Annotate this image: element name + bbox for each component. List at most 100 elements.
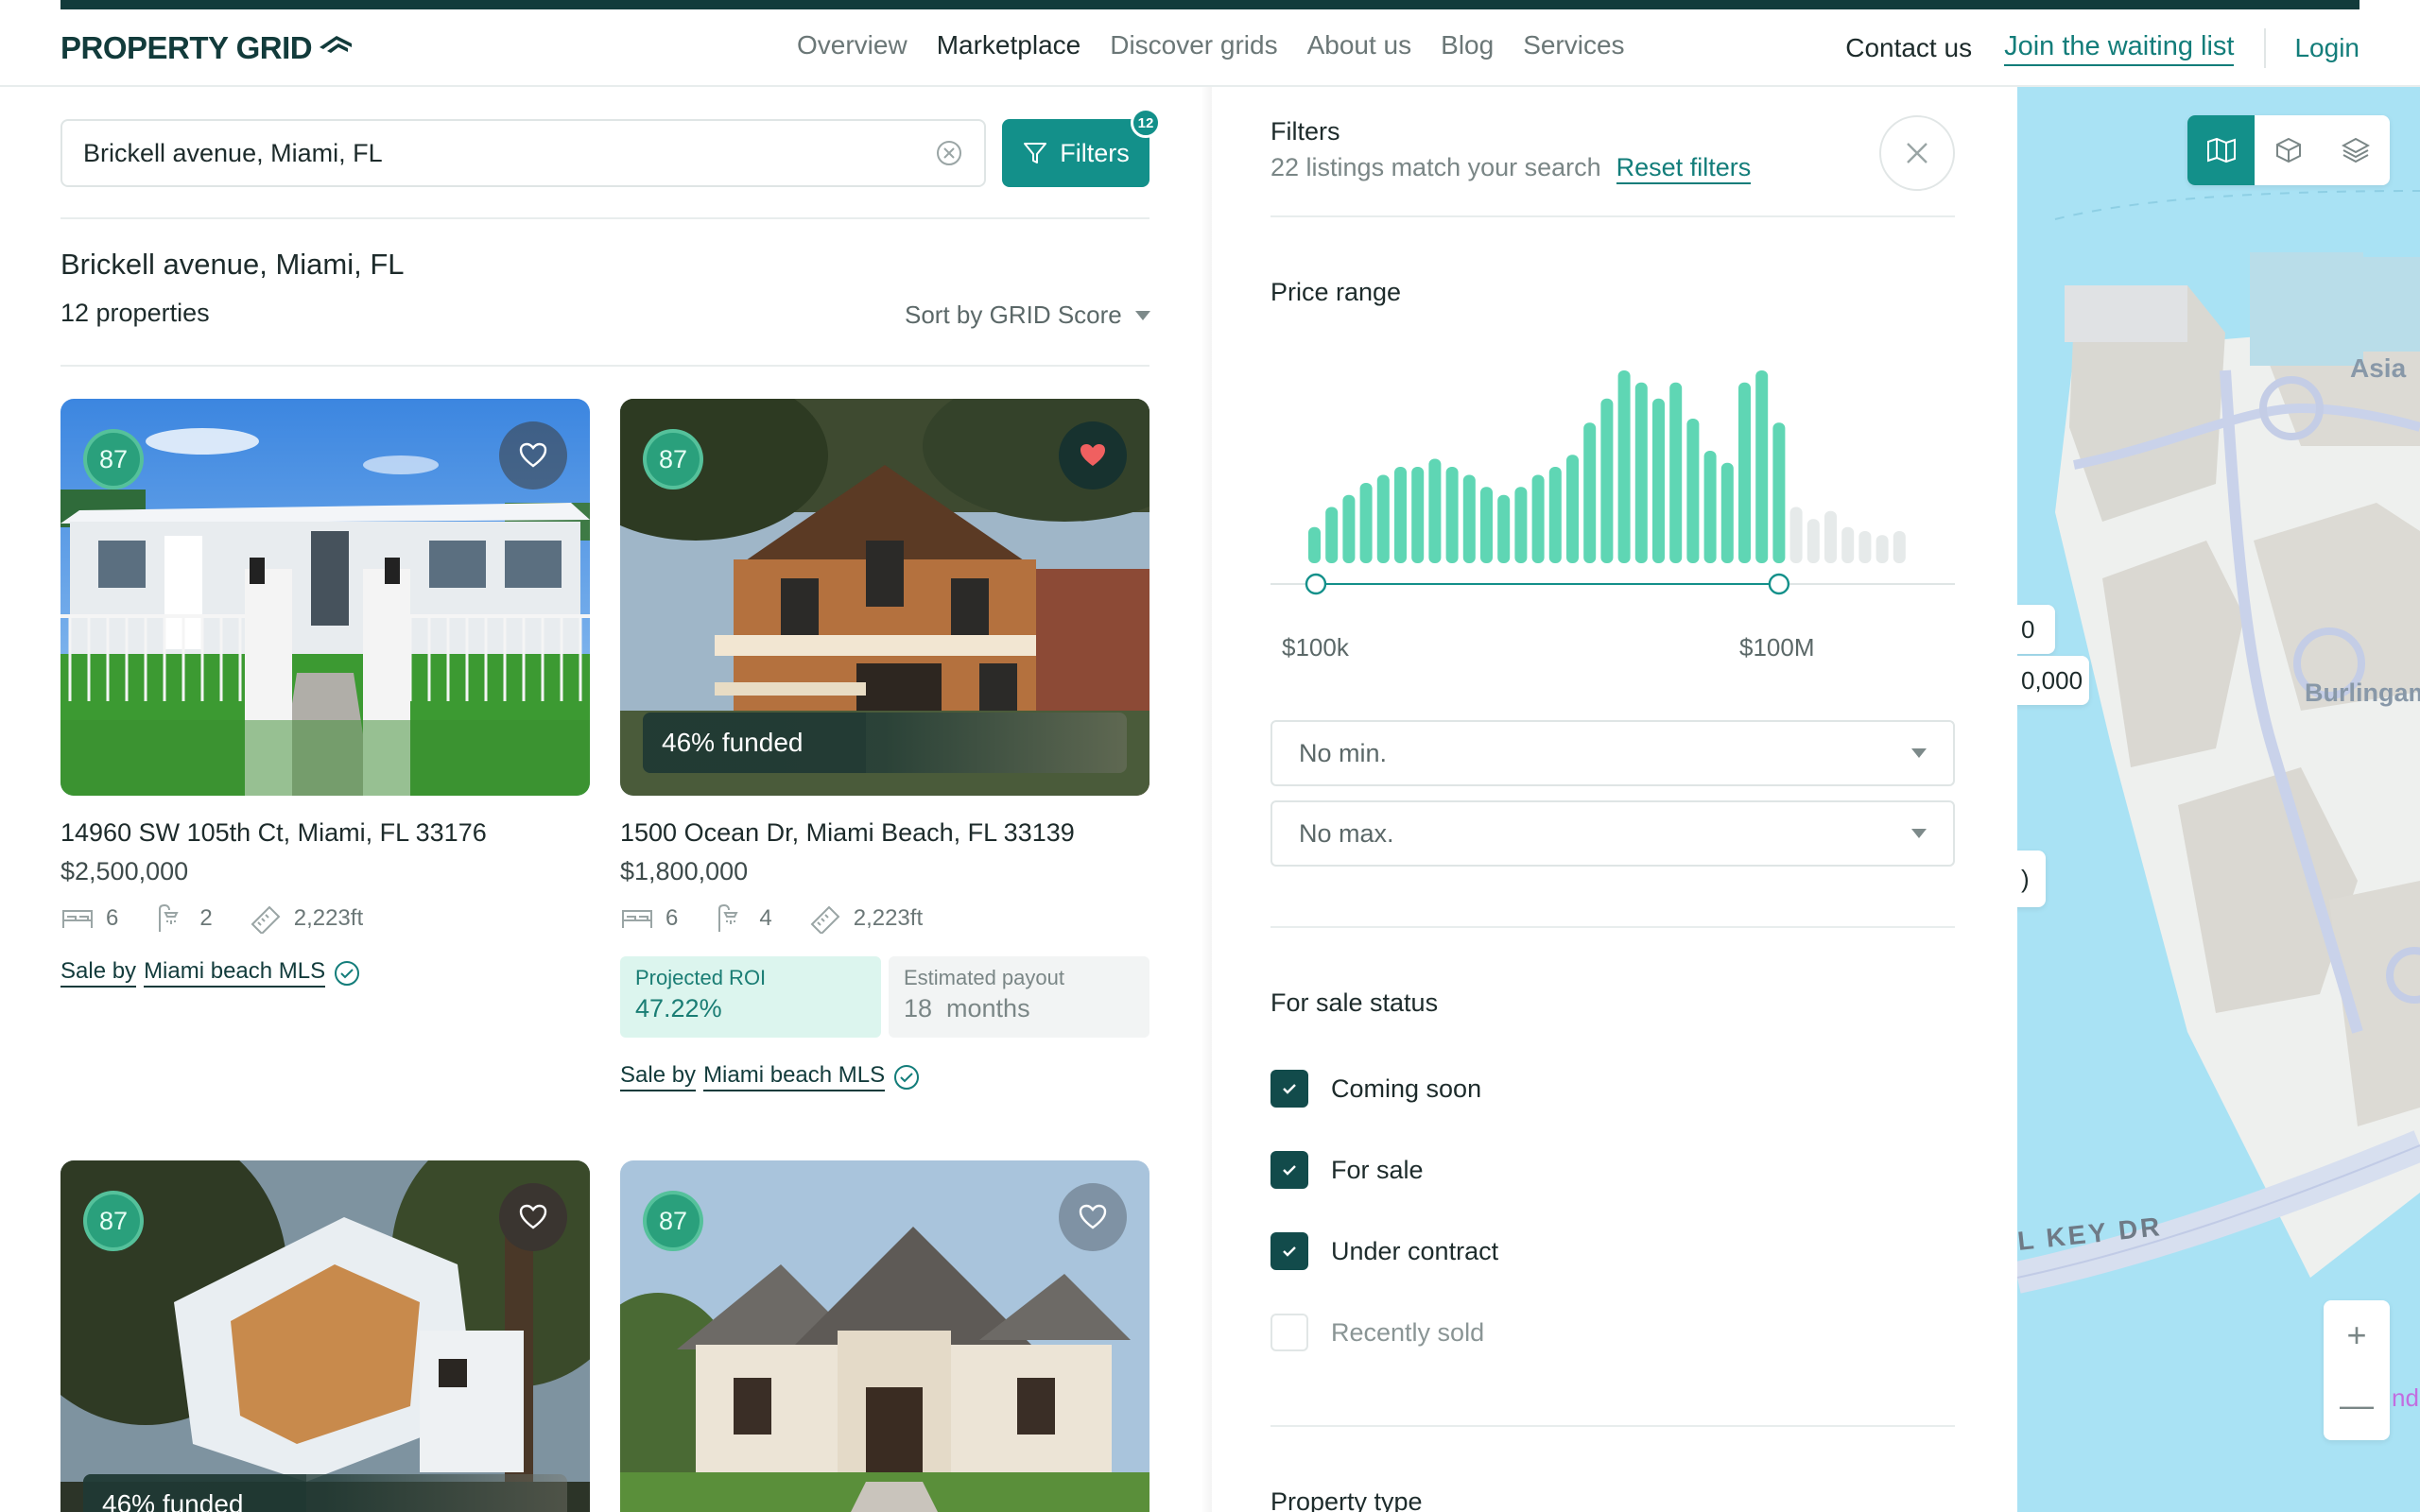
status-coming-soon-checkbox[interactable]: Coming soon	[1270, 1070, 1481, 1108]
divider	[60, 217, 1150, 219]
favorite-button[interactable]	[499, 1183, 567, 1251]
listing-card[interactable]: 87	[620, 1160, 1150, 1512]
funded-label: 46% funded	[102, 1489, 244, 1512]
range-min-handle[interactable]	[1305, 573, 1327, 595]
status-for-sale-checkbox[interactable]: For sale	[1270, 1151, 1424, 1189]
histogram-bar	[1583, 422, 1597, 563]
baths-spec: 2	[154, 903, 213, 934]
status-recently-sold-checkbox[interactable]: Recently sold	[1270, 1314, 1484, 1351]
area-value: 2,223ft	[853, 905, 924, 931]
status-under-contract-checkbox[interactable]: Under contract	[1270, 1232, 1498, 1270]
map-marker-text: 0	[2021, 614, 2035, 644]
listing-photo[interactable]: 87	[620, 1160, 1150, 1512]
histogram-bar	[1669, 382, 1683, 563]
sort-dropdown[interactable]: Sort by GRID Score	[905, 301, 1150, 330]
max-price-value: No max.	[1299, 818, 1394, 848]
range-max-handle[interactable]	[1768, 573, 1790, 595]
histogram-bar	[1824, 510, 1837, 563]
logo-text: PROPERTY GRID	[60, 30, 313, 65]
price-range-title: Price range	[1270, 278, 1402, 306]
listing-card[interactable]: 87 14960 SW 105th Ct, Miami, FL 33176 $2…	[60, 399, 590, 988]
chevron-down-icon	[1911, 748, 1927, 758]
histogram-bar	[1806, 519, 1820, 563]
sort-label: Sort by GRID Score	[905, 301, 1122, 329]
filters-panel: Filters 22 listings match your search Re…	[1212, 87, 2017, 1512]
listing-address[interactable]: 1500 Ocean Dr, Miami Beach, FL 33139	[620, 818, 1150, 848]
reset-filters-link[interactable]: Reset filters	[1616, 153, 1752, 184]
close-filters-button[interactable]	[1879, 115, 1955, 191]
ruler-icon	[251, 905, 281, 934]
sale-prefix[interactable]: Sale by	[620, 1062, 697, 1091]
favorite-button-active[interactable]	[1059, 421, 1127, 490]
favorite-button[interactable]	[1059, 1183, 1127, 1251]
nav-link-discover-grids[interactable]: Discover grids	[1110, 30, 1277, 60]
heart-outline-icon	[519, 1204, 547, 1229]
chevron-down-icon	[1911, 829, 1927, 838]
filters-count-badge: 12	[1131, 108, 1161, 138]
heart-filled-icon	[1080, 444, 1105, 466]
join-waiting-list-link[interactable]: Join the waiting list	[2004, 31, 2235, 66]
checkbox-checked-icon	[1270, 1151, 1308, 1189]
listing-photo[interactable]: 87 46% funded	[60, 1160, 590, 1512]
listing-card[interactable]: 87 46% funded	[60, 1160, 590, 1512]
beds-count: 6	[106, 905, 119, 931]
search-input[interactable]	[83, 138, 935, 168]
mls-link[interactable]: Miami beach MLS	[703, 1062, 886, 1091]
grid-score-badge: 87	[83, 1191, 144, 1251]
mls-link[interactable]: Miami beach MLS	[144, 958, 326, 988]
logo[interactable]: PROPERTY GRID	[60, 30, 354, 66]
shower-icon	[159, 903, 179, 932]
map-price-marker[interactable]: 0,000	[2017, 656, 2089, 705]
zoom-out-button[interactable]: —	[2324, 1370, 2390, 1440]
projected-roi-value: 47.22%	[635, 994, 722, 1022]
zoom-in-button[interactable]: +	[2324, 1300, 2390, 1370]
max-price-select[interactable]: No max.	[1270, 800, 1955, 867]
histogram-bar	[1841, 526, 1855, 563]
listing-photo[interactable]: 87	[60, 399, 590, 796]
nav-link-overview[interactable]: Overview	[797, 30, 908, 60]
nav-link-about-us[interactable]: About us	[1307, 30, 1412, 60]
nav-links: Overview Marketplace Discover grids Abou…	[797, 30, 1625, 60]
listing-card[interactable]: 87 46% funded 1500 Ocean Dr, Miami Beach…	[620, 399, 1150, 1091]
filter-funnel-icon	[1024, 143, 1047, 163]
nav-link-marketplace[interactable]: Marketplace	[937, 30, 1081, 60]
property-type-title: Property type	[1270, 1487, 1423, 1512]
range-min-label: $100k	[1282, 633, 1349, 662]
map-label-asia: Asia	[2350, 353, 2407, 383]
listing-price: $2,500,000	[60, 857, 189, 885]
login-link[interactable]: Login	[2294, 33, 2360, 63]
histogram-bar	[1686, 419, 1700, 563]
listing-price: $1,800,000	[620, 857, 749, 885]
histogram-bar	[1772, 422, 1786, 563]
histogram-bar	[1394, 467, 1407, 563]
nav-divider	[2264, 28, 2267, 68]
map-view[interactable]: Asia Burlingam L KEY DR 0 0,000 ) + — nd…	[2017, 87, 2420, 1512]
min-price-select[interactable]: No min.	[1270, 720, 1955, 786]
ruler-icon	[810, 905, 840, 934]
search-box	[60, 119, 986, 187]
filters-button[interactable]: Filters	[1002, 119, 1150, 187]
nav-link-blog[interactable]: Blog	[1441, 30, 1494, 60]
top-accent-strip	[60, 0, 2360, 9]
sale-prefix[interactable]: Sale by	[60, 958, 137, 988]
listing-address[interactable]: 14960 SW 105th Ct, Miami, FL 33176	[60, 818, 590, 848]
contact-us-link[interactable]: Contact us	[1845, 33, 1972, 63]
map-price-marker[interactable]: )	[2017, 850, 2046, 907]
listing-photo[interactable]: 87 46% funded	[620, 399, 1150, 796]
filters-summary: 22 listings match your search Reset filt…	[1270, 153, 1752, 184]
area-spec: 2,223ft	[808, 903, 923, 934]
nav-link-services[interactable]: Services	[1523, 30, 1624, 60]
map-layers-button[interactable]	[2323, 115, 2390, 185]
map-3d-view-button[interactable]	[2255, 115, 2322, 185]
heart-outline-icon	[1079, 1204, 1107, 1229]
favorite-button[interactable]	[499, 421, 567, 490]
map-2d-view-button[interactable]	[2187, 115, 2256, 185]
clear-search-icon[interactable]	[935, 139, 963, 167]
funded-progress: 46% funded	[83, 1474, 567, 1512]
histogram-bar	[1617, 370, 1631, 563]
histogram-bar	[1858, 531, 1872, 563]
map-zoom-controls: + —	[2324, 1300, 2390, 1440]
map-price-marker[interactable]: 0	[2017, 605, 2055, 654]
histogram-bar	[1876, 535, 1889, 563]
histogram-bar	[1600, 398, 1614, 563]
